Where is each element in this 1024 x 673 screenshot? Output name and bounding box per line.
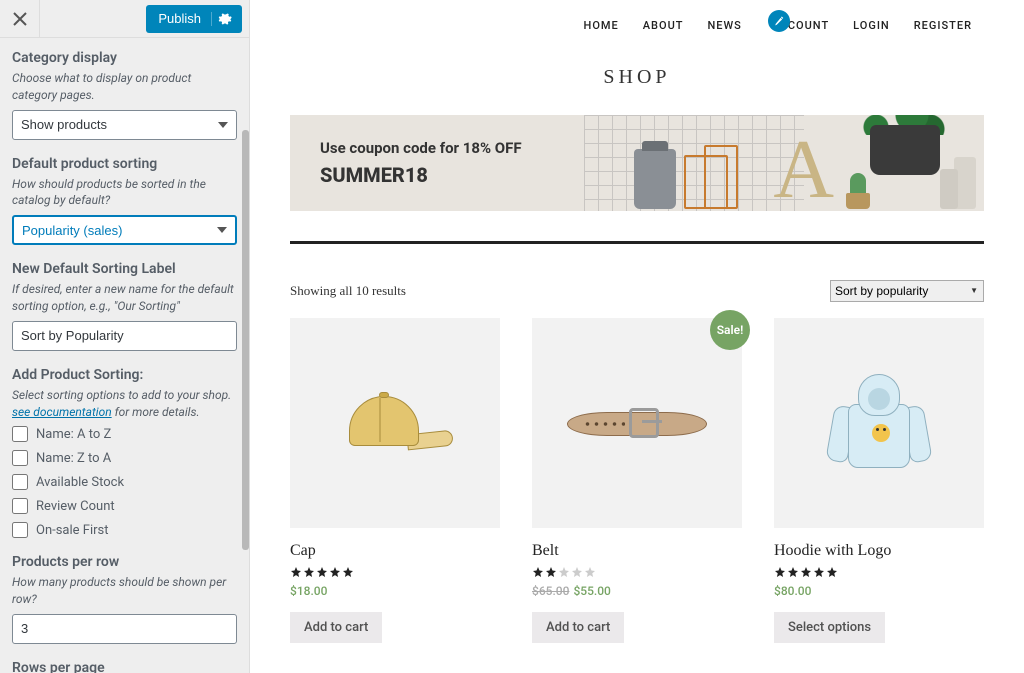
product-rating (532, 566, 742, 578)
label-onsale[interactable]: On-sale First (36, 523, 109, 538)
nav-home[interactable]: HOME (572, 13, 631, 38)
product-card[interactable]: Cap $18.00 Add to cart (290, 318, 500, 643)
select-options-button[interactable]: Select options (774, 612, 885, 643)
category-display-heading: Category display (12, 50, 237, 66)
product-price: $65.00$55.00 (532, 584, 742, 598)
divider (290, 241, 984, 244)
add-to-cart-button[interactable]: Add to cart (532, 612, 624, 643)
edit-shortcut-button[interactable] (768, 10, 790, 32)
belt-illustration (567, 398, 707, 448)
product-title: Cap (290, 542, 500, 560)
product-rating (774, 566, 984, 578)
add-sorting-heading: Add Product Sorting: (12, 367, 237, 383)
sidebar-body[interactable]: Category display Choose what to display … (0, 38, 249, 673)
products-per-row-heading: Products per row (12, 554, 237, 570)
product-title: Hoodie with Logo (774, 542, 984, 560)
nav-register[interactable]: REGISTER (902, 13, 984, 38)
product-image (290, 318, 500, 528)
publish-label: Publish (158, 11, 207, 26)
category-display-desc: Choose what to display on product catego… (12, 70, 237, 104)
gear-icon (211, 12, 232, 26)
hoodie-illustration (824, 368, 934, 478)
publish-button[interactable]: Publish (146, 5, 242, 33)
nav-news[interactable]: NEWS (695, 13, 753, 38)
checkbox-name-za[interactable] (12, 450, 28, 466)
site-nav: HOME ABOUT NEWS COUNT LOGIN REGISTER (250, 0, 1024, 50)
checkbox-reviews[interactable] (12, 498, 28, 514)
sidebar-header: Publish (0, 0, 249, 38)
product-rating (290, 566, 500, 578)
banner-line2: SUMMER18 (320, 163, 522, 187)
product-price: $18.00 (290, 584, 500, 598)
sale-badge: Sale! (710, 310, 750, 350)
add-to-cart-button[interactable]: Add to cart (290, 612, 382, 643)
scrollbar-thumb[interactable] (242, 130, 249, 550)
default-sort-desc: How should products be sorted in the cat… (12, 176, 237, 210)
product-price: $80.00 (774, 584, 984, 598)
rows-per-page-heading: Rows per page (12, 660, 237, 673)
banner-line1: Use coupon code for 18% OFF (320, 139, 522, 157)
default-sort-select[interactable]: Popularity (sales) (12, 215, 237, 245)
sort-label-input[interactable] (12, 321, 237, 351)
nav-about[interactable]: ABOUT (631, 13, 696, 38)
checkbox-name-az[interactable] (12, 426, 28, 442)
close-icon (13, 12, 27, 26)
category-display-select[interactable]: Show products (12, 110, 237, 140)
banner-decor: A (584, 115, 984, 211)
shop-sort-select[interactable]: Sort by popularity (830, 280, 984, 302)
customizer-sidebar: Publish Category display Choose what to … (0, 0, 250, 673)
product-image (774, 318, 984, 528)
documentation-link[interactable]: see documentation (12, 405, 112, 419)
add-sorting-desc: Select sorting options to add to your sh… (12, 387, 237, 421)
page-title: SHOP (250, 66, 1024, 89)
label-name-az[interactable]: Name: A to Z (36, 427, 111, 442)
result-count: Showing all 10 results (290, 283, 406, 299)
checkbox-onsale[interactable] (12, 522, 28, 538)
promo-banner: Use coupon code for 18% OFF SUMMER18 A (290, 115, 984, 211)
products-per-row-desc: How many products should be shown per ro… (12, 574, 237, 608)
cap-illustration (335, 388, 455, 458)
label-name-za[interactable]: Name: Z to A (36, 451, 111, 466)
preview-pane[interactable]: HOME ABOUT NEWS COUNT LOGIN REGISTER SHO… (250, 0, 1024, 673)
checkbox-stock[interactable] (12, 474, 28, 490)
product-card[interactable]: Sale! Belt $65.00$55.00 Add to cart (532, 318, 742, 643)
product-card[interactable]: Hoodie with Logo $80.00 Select options (774, 318, 984, 643)
product-title: Belt (532, 542, 742, 560)
label-stock[interactable]: Available Stock (36, 475, 124, 490)
close-button[interactable] (0, 0, 40, 38)
label-reviews[interactable]: Review Count (36, 499, 115, 514)
nav-login[interactable]: LOGIN (841, 13, 902, 38)
default-sort-heading: Default product sorting (12, 156, 237, 172)
product-image: Sale! (532, 318, 742, 528)
products-per-row-input[interactable] (12, 614, 237, 644)
sort-label-desc: If desired, enter a new name for the def… (12, 281, 237, 315)
sort-label-heading: New Default Sorting Label (12, 261, 237, 277)
pencil-icon (773, 16, 784, 27)
